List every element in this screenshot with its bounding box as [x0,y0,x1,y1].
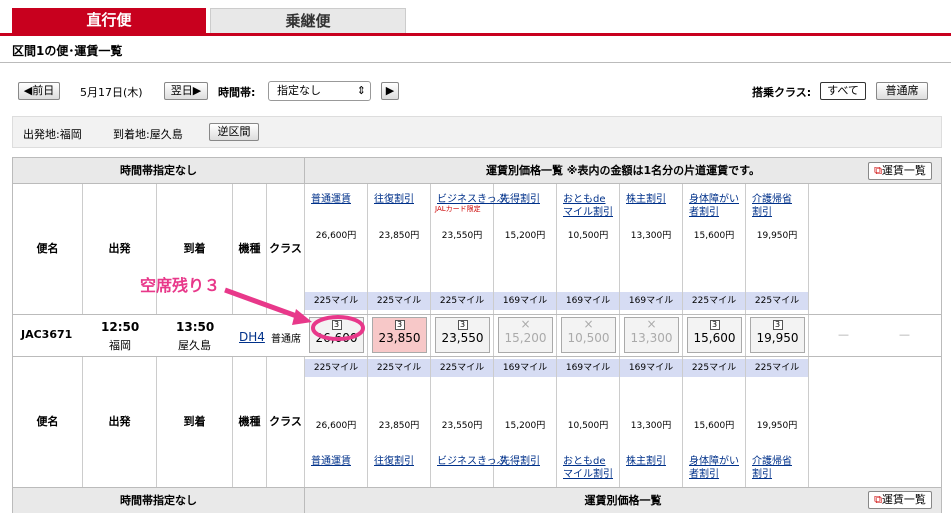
callout-arrow [224,287,365,341]
